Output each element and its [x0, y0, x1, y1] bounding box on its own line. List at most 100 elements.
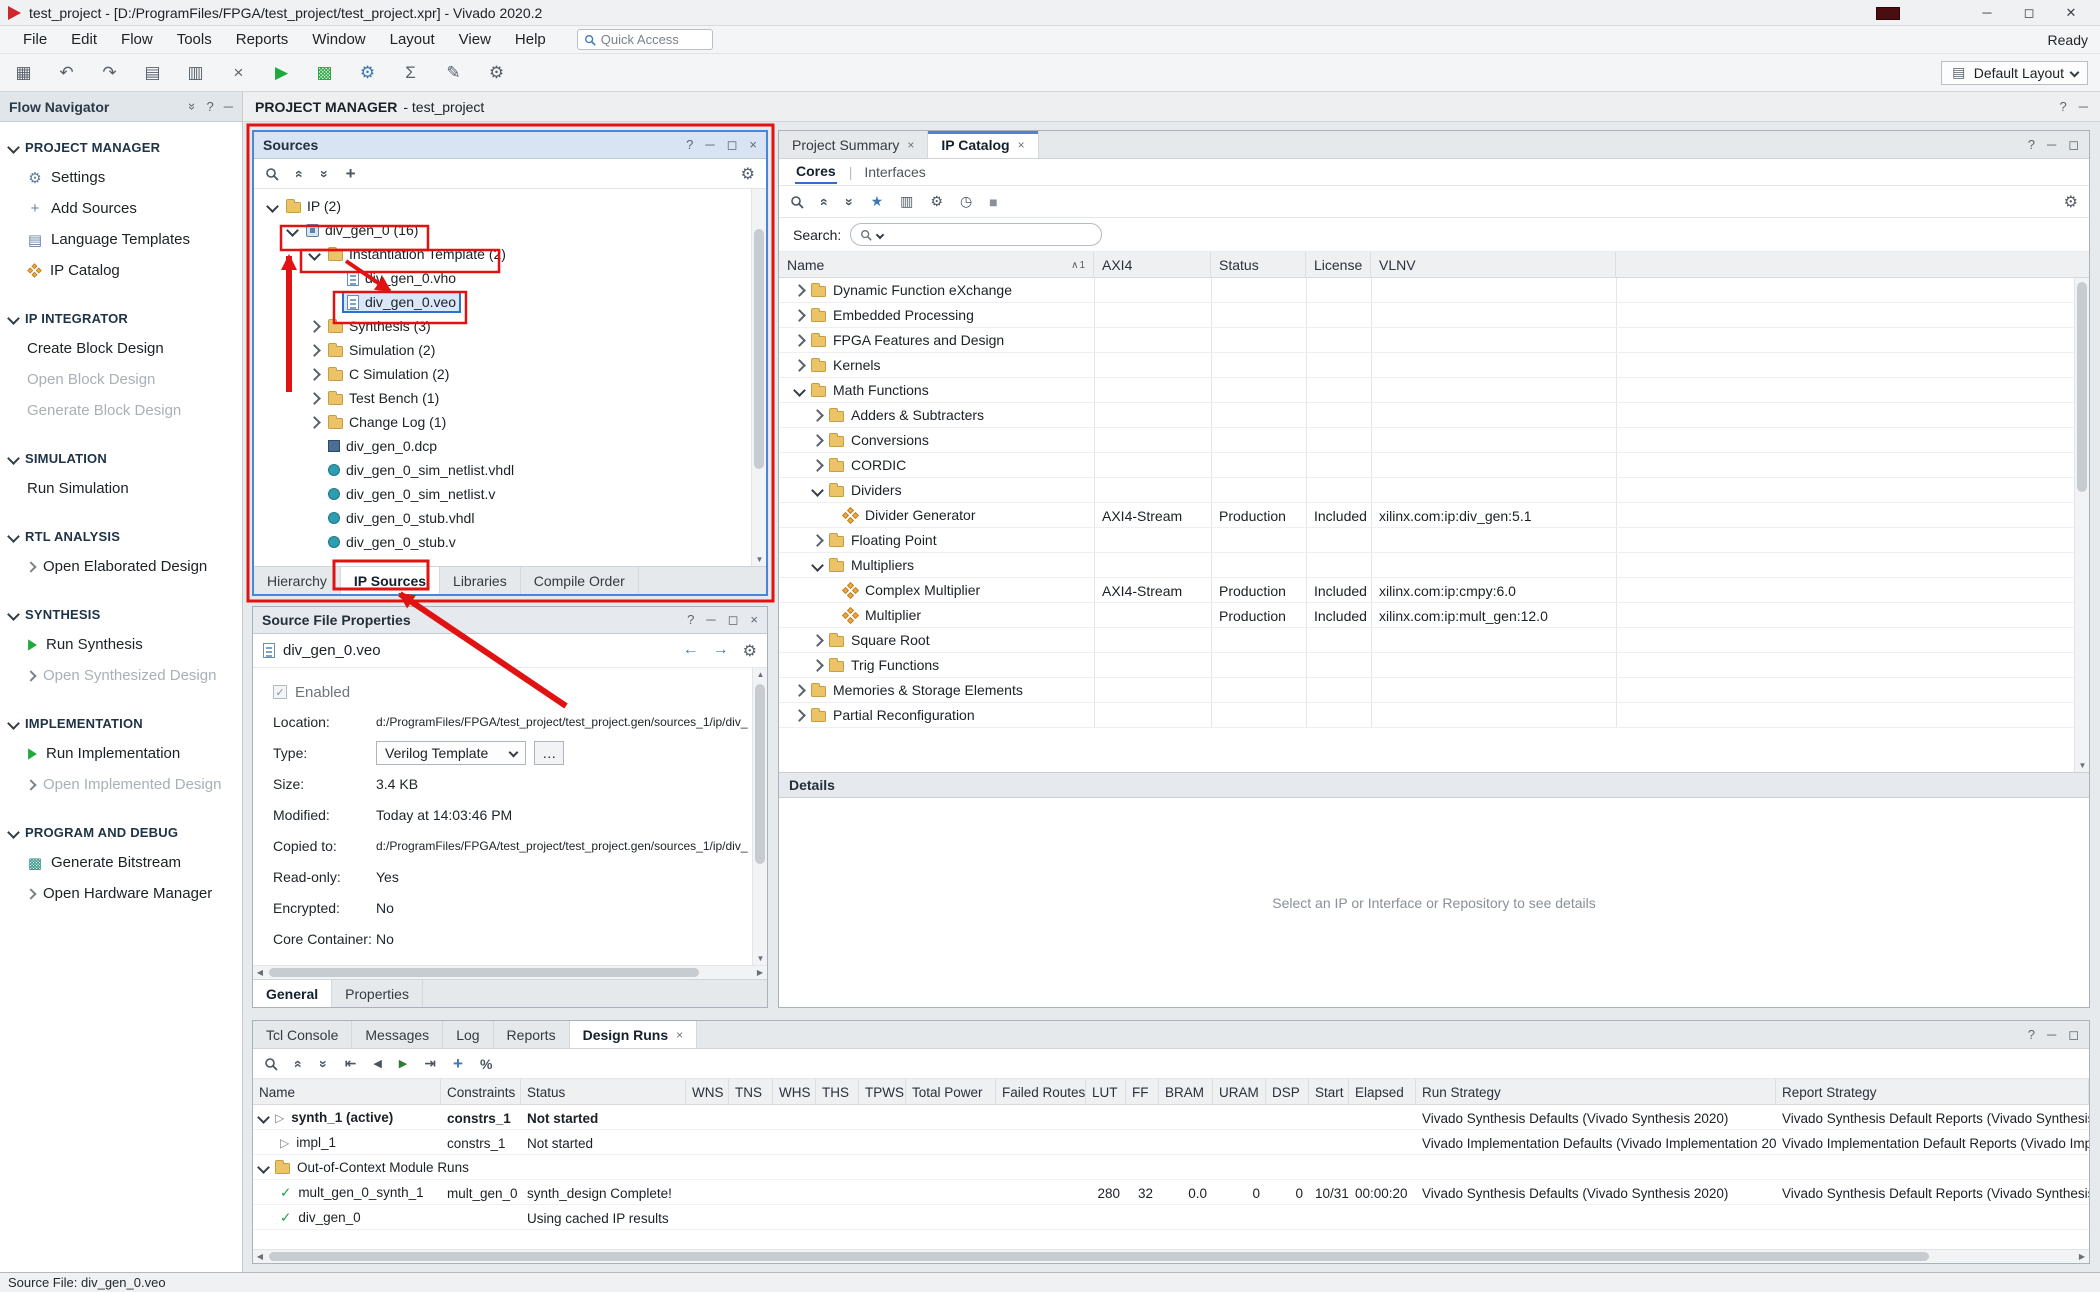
- tree-item-test-bench[interactable]: Test Bench (1): [262, 386, 750, 410]
- ip-row-kernels[interactable]: Kernels: [779, 353, 2089, 378]
- menu-edit[interactable]: Edit: [60, 28, 108, 51]
- first-run-icon[interactable]: ⇤: [345, 1055, 357, 1072]
- tab-design-runs[interactable]: Design Runs ×: [570, 1021, 698, 1048]
- delete-icon[interactable]: ×: [227, 61, 250, 84]
- tree-item-ip[interactable]: IP (2): [262, 194, 750, 218]
- expander-icon[interactable]: [286, 224, 299, 237]
- expander-icon[interactable]: [811, 434, 824, 447]
- step-back-icon[interactable]: ◀: [373, 1057, 381, 1070]
- maximize-icon[interactable]: ◻: [2068, 137, 2079, 153]
- help-icon[interactable]: ?: [207, 99, 214, 114]
- ip-row-partial-reconfiguration[interactable]: Partial Reconfiguration: [779, 703, 2089, 728]
- tree-item-stub-vhdl[interactable]: div_gen_0_stub.vhdl: [262, 506, 750, 530]
- column-start[interactable]: Start: [1309, 1079, 1349, 1105]
- tab-reports[interactable]: Reports: [494, 1021, 570, 1048]
- add-run-icon[interactable]: +: [453, 1054, 463, 1074]
- column-vlnv[interactable]: VLNV: [1371, 252, 1616, 278]
- grid-icon[interactable]: ■: [989, 194, 997, 210]
- properties-panel-header[interactable]: Source File Properties ? ─ ◻ ×: [253, 607, 767, 634]
- expander-icon[interactable]: [308, 392, 321, 405]
- menu-help[interactable]: Help: [504, 28, 557, 51]
- close-icon[interactable]: ×: [907, 138, 914, 152]
- nav-item-open-elaborated-design[interactable]: Open Elaborated Design: [0, 551, 242, 582]
- scrollbar-thumb[interactable]: [754, 229, 764, 469]
- expander-icon[interactable]: [308, 344, 321, 357]
- minimize-panel-icon[interactable]: ─: [224, 99, 233, 114]
- nav-item-ip-catalog[interactable]: IP Catalog: [0, 255, 242, 286]
- restore-layout-icon[interactable]: ▥: [900, 193, 913, 210]
- column-name[interactable]: Name ∧1: [779, 252, 1094, 278]
- sources-panel-header[interactable]: Sources ? ─ ◻ ×: [254, 132, 766, 159]
- column-elapsed[interactable]: Elapsed: [1349, 1079, 1416, 1105]
- copy-icon[interactable]: ▥: [184, 61, 207, 84]
- section-header[interactable]: PROJECT MANAGER: [0, 132, 242, 162]
- ip-row-trig-functions[interactable]: Trig Functions: [779, 653, 2089, 678]
- help-icon[interactable]: ?: [2028, 137, 2035, 152]
- sum-icon[interactable]: Σ: [399, 61, 422, 84]
- menu-layout[interactable]: Layout: [379, 28, 446, 51]
- column-tns[interactable]: TNS: [729, 1079, 773, 1105]
- column-constraints[interactable]: Constraints: [441, 1079, 521, 1105]
- edit-icon[interactable]: ✎: [442, 61, 465, 84]
- tree-item-change-log[interactable]: Change Log (1): [262, 410, 750, 434]
- add-sources-icon[interactable]: +: [346, 164, 356, 184]
- ip-row-multiplier[interactable]: Multiplier Production Included xilinx.co…: [779, 603, 2089, 628]
- expander-icon[interactable]: [793, 684, 806, 697]
- nav-item-settings[interactable]: ⚙ Settings: [0, 162, 242, 193]
- save-icon[interactable]: ▦: [12, 61, 35, 84]
- expander-icon[interactable]: [257, 1111, 270, 1124]
- expander-icon[interactable]: [308, 248, 321, 261]
- expander-icon[interactable]: [308, 368, 321, 381]
- scrollbar-thumb[interactable]: [269, 968, 699, 977]
- tab-properties[interactable]: Properties: [332, 980, 423, 1007]
- column-whs[interactable]: WHS: [773, 1079, 816, 1105]
- ip-row-adders-subtracters[interactable]: Adders & Subtracters: [779, 403, 2089, 428]
- collapse-all-icon[interactable]: «: [821, 194, 829, 210]
- scroll-down-icon[interactable]: ▼: [752, 553, 766, 566]
- search-icon[interactable]: [265, 167, 279, 181]
- ip-row-complex-multiplier[interactable]: Complex Multiplier AXI4-Stream Productio…: [779, 578, 2089, 603]
- tab-compile-order[interactable]: Compile Order: [521, 567, 639, 594]
- expander-icon[interactable]: [793, 384, 806, 397]
- minimize-panel-icon[interactable]: ─: [2079, 99, 2088, 114]
- maximize-icon[interactable]: ◻: [728, 612, 739, 628]
- expander-icon[interactable]: [793, 359, 806, 372]
- tools-icon[interactable]: ⚙: [930, 193, 943, 210]
- forward-icon[interactable]: →: [713, 641, 729, 661]
- expander-icon[interactable]: [793, 309, 806, 322]
- collapse-all-icon[interactable]: »: [189, 99, 196, 114]
- quick-access-search[interactable]: Quick Access: [577, 29, 713, 50]
- tree-item-div-gen-0-veo[interactable]: div_gen_0.veo: [262, 290, 750, 314]
- scroll-down-icon[interactable]: ▼: [753, 952, 767, 965]
- collapse-all-icon[interactable]: «: [296, 166, 304, 182]
- ip-row-multipliers[interactable]: Multipliers: [779, 553, 2089, 578]
- tools-icon[interactable]: ⚙: [485, 61, 508, 84]
- scrollbar-thumb[interactable]: [269, 1252, 1929, 1261]
- tab-hierarchy[interactable]: Hierarchy: [254, 567, 341, 594]
- scroll-left-icon[interactable]: ◀: [253, 1250, 267, 1263]
- nav-item-language-templates[interactable]: ▤ Language Templates: [0, 224, 242, 255]
- play-icon[interactable]: ▶: [399, 1057, 407, 1070]
- tree-item-div-gen-0-vho[interactable]: div_gen_0.vho: [262, 266, 750, 290]
- expander-icon[interactable]: [266, 200, 279, 213]
- expander-icon[interactable]: [308, 320, 321, 333]
- last-run-icon[interactable]: ⇥: [424, 1055, 436, 1072]
- undo-icon[interactable]: ↶: [55, 61, 78, 84]
- column-license[interactable]: License: [1306, 252, 1371, 278]
- expander-icon[interactable]: [811, 659, 824, 672]
- column-ths[interactable]: THS: [816, 1079, 859, 1105]
- column-axi4[interactable]: AXI4: [1094, 252, 1211, 278]
- gear-icon[interactable]: ⚙: [2064, 192, 2078, 212]
- float-icon[interactable]: ─: [706, 612, 715, 628]
- expander-icon[interactable]: [811, 484, 824, 497]
- scrollbar-thumb[interactable]: [755, 684, 765, 864]
- close-icon[interactable]: ×: [1018, 138, 1025, 152]
- expander-icon[interactable]: [811, 634, 824, 647]
- ip-row-fpga-features[interactable]: FPGA Features and Design: [779, 328, 2089, 353]
- column-run-strategy[interactable]: Run Strategy: [1416, 1079, 1776, 1105]
- nav-item-open-implemented-design[interactable]: Open Implemented Design: [0, 769, 242, 800]
- search-icon[interactable]: [264, 1057, 278, 1071]
- chevron-right-icon[interactable]: [25, 779, 36, 790]
- run-row-synth-1[interactable]: ▷ synth_1 (active) constrs_1 Not started…: [253, 1105, 2089, 1130]
- ip-row-divider-generator[interactable]: Divider Generator AXI4-Stream Production…: [779, 503, 2089, 528]
